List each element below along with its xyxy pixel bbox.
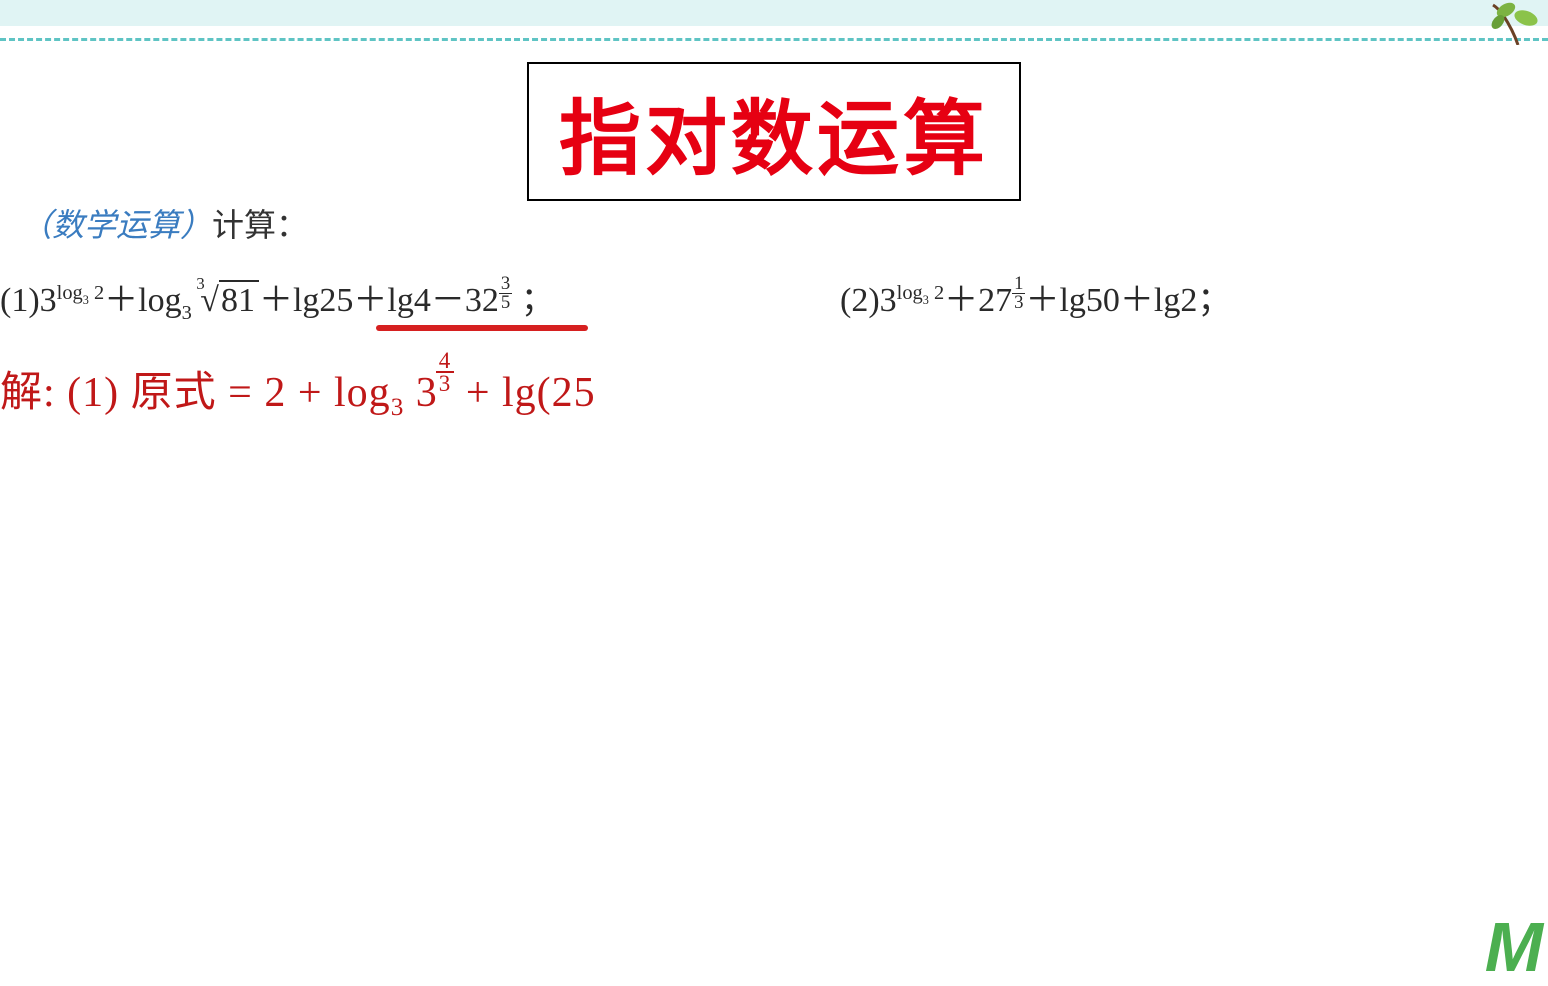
problem-2: (2)3log3 2＋2713＋lg50＋lg2；: [840, 272, 1231, 322]
hand-sub: 3: [391, 394, 405, 421]
p2-base: 3: [880, 282, 897, 319]
p1-root: 3√81: [200, 282, 259, 320]
p1-exp: log3 2: [57, 282, 104, 304]
p1-plus1: ＋log: [104, 282, 181, 319]
p1-label: (1): [0, 282, 40, 319]
hand-base: 3: [404, 370, 438, 416]
p2-frac: 13: [1012, 275, 1025, 313]
p1-base: 3: [40, 282, 57, 319]
p2-label: (2): [840, 282, 880, 319]
plant-icon: [1488, 0, 1548, 45]
subtitle-action: 计算：: [212, 207, 308, 243]
p2-plus1: ＋27: [944, 282, 1012, 319]
p2-plus2: ＋lg50＋lg2；: [1025, 282, 1231, 319]
p1-plus2: ＋lg25＋lg4－32: [259, 282, 499, 319]
problem-1: (1)3log3 2＋log3 3√81＋lg25＋lg4－3235 ；: [0, 272, 555, 325]
p1-frac: 35: [499, 275, 512, 313]
title-box: 指对数运算: [527, 62, 1021, 201]
watermark-logo: M: [1485, 926, 1543, 968]
decorative-dashed-line: [0, 38, 1548, 42]
p2-exp: log3 2: [897, 282, 944, 304]
subtitle-category: （数学运算）: [20, 207, 212, 243]
hand-frac: 43: [436, 350, 455, 394]
hand-suffix: + lg(25: [454, 370, 595, 416]
handwritten-solution: 解: (1) 原式 = 2 + log3 343 + lg(25: [0, 350, 596, 422]
red-underline-annotation: [376, 325, 588, 331]
hand-prefix: 解: (1) 原式 = 2 + log: [0, 370, 391, 416]
subtitle: （数学运算）计算：: [20, 200, 308, 246]
decorative-top-strip: [0, 0, 1548, 26]
p1-semi: ；: [512, 282, 555, 319]
page-title: 指对数运算: [559, 72, 989, 191]
